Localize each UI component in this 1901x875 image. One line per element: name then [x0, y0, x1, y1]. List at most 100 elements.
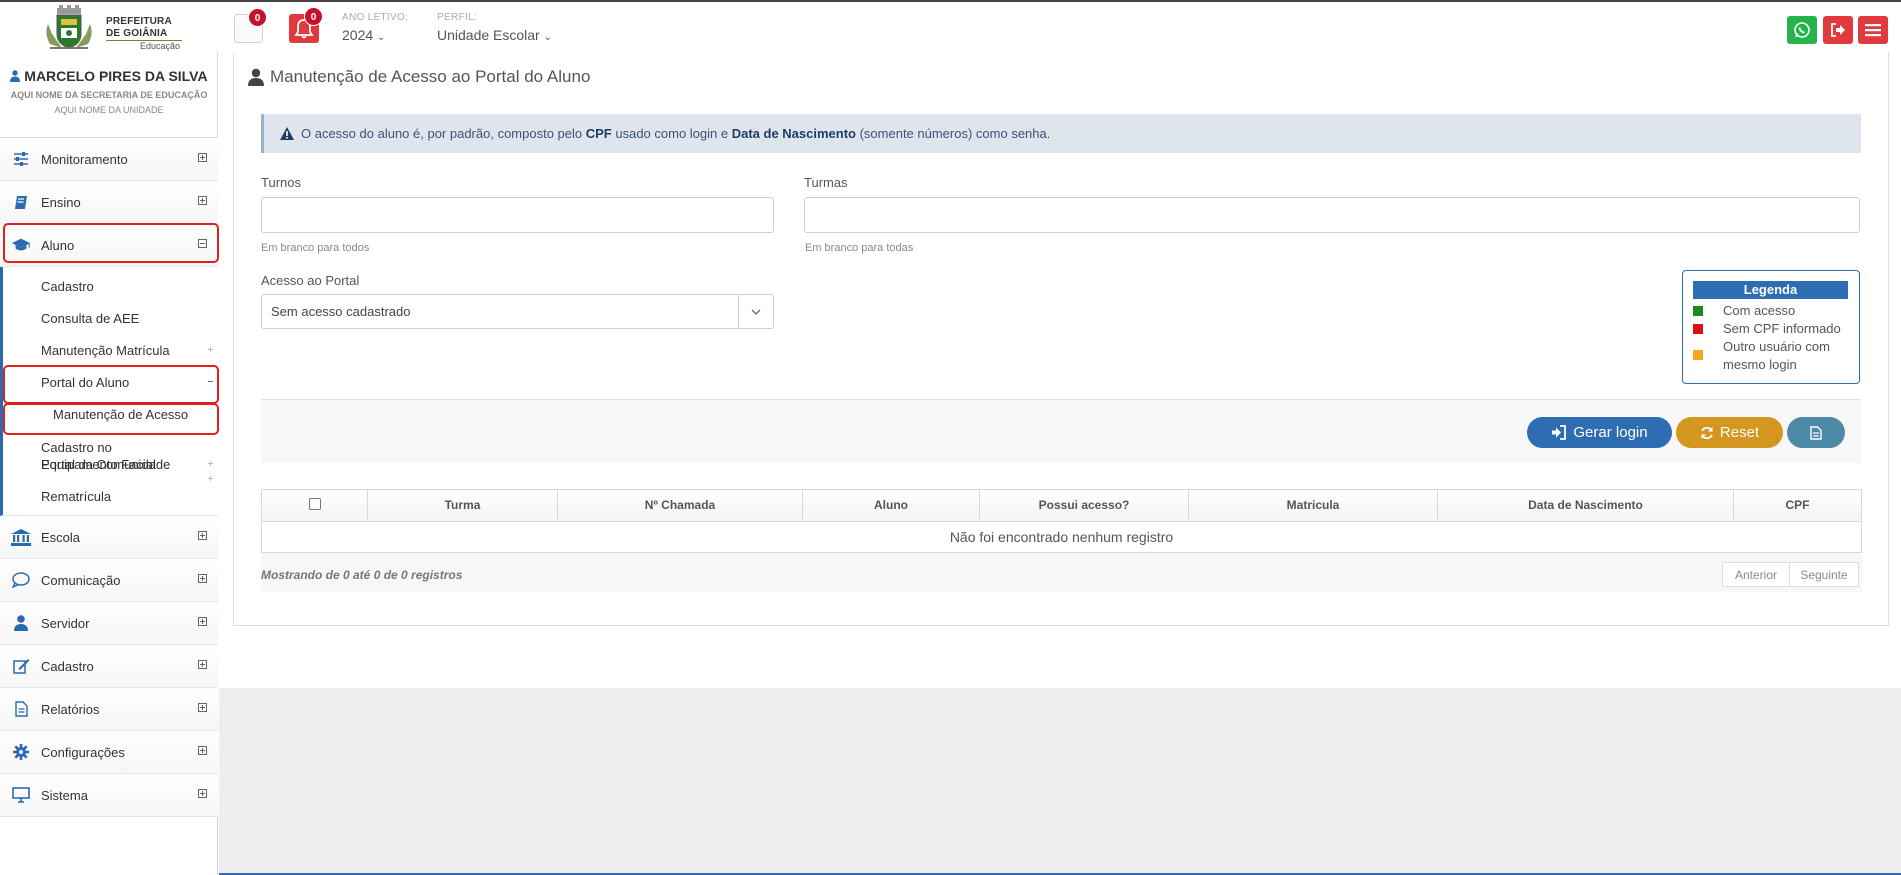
- page-title: Manutenção de Acesso ao Portal do Aluno: [247, 67, 590, 87]
- legend-title: Legenda: [1693, 281, 1848, 299]
- highlight-aluno: [3, 223, 219, 263]
- turmas-label: Turmas: [804, 175, 848, 190]
- alert-text-2: usado como login e: [611, 126, 732, 141]
- submenu-item-portal-da-comunidade[interactable]: Portal da Comunidade: [3, 457, 218, 472]
- sidebar-item-label: Cadastro: [41, 658, 94, 674]
- export-document-button[interactable]: [1787, 417, 1845, 448]
- red-square-icon: [1693, 324, 1703, 334]
- alert-text-3: (somente números) como senha.: [855, 126, 1051, 141]
- sidebar-item-label: Relatórios: [41, 701, 100, 717]
- messages-button[interactable]: 0: [234, 8, 267, 43]
- expand-icon: [198, 574, 207, 583]
- gerar-login-label: Gerar login: [1573, 424, 1648, 441]
- column-header-numero-chamada[interactable]: Nº Chamada: [558, 490, 803, 521]
- submenu-item-label: Manutenção Matrícula: [41, 343, 170, 358]
- prefeitura-logo[interactable]: PREFEITURA DE GOIÂNIA Educação: [40, 4, 182, 52]
- user-info: MARCELO PIRES DA SILVA AQUI NOME DA SECR…: [0, 68, 218, 115]
- expand-icon: [198, 789, 207, 798]
- column-header-possui-acesso[interactable]: Possui acesso?: [980, 490, 1189, 521]
- ano-letivo-value: 2024: [342, 27, 374, 43]
- select-all-checkbox[interactable]: [308, 498, 321, 510]
- refresh-icon: [1701, 426, 1713, 439]
- column-header-turma[interactable]: Turma: [368, 490, 558, 521]
- sidebar-item-cadastro[interactable]: Cadastro: [0, 645, 218, 688]
- gerar-login-button[interactable]: Gerar login: [1527, 417, 1672, 448]
- bank-icon: [11, 528, 31, 546]
- turnos-input[interactable]: [261, 197, 774, 233]
- hamburger-icon: [1865, 24, 1881, 37]
- legend-item-label: Outro usuário com mesmo login: [1723, 339, 1830, 372]
- sidebar-item-ensino[interactable]: Ensino: [0, 181, 218, 224]
- user-icon: [10, 70, 21, 82]
- pagination-next[interactable]: Seguinte: [1789, 562, 1859, 587]
- orange-square-icon: [1693, 350, 1703, 360]
- sidebar-item-monitoramento[interactable]: Monitoramento: [0, 138, 218, 181]
- whatsapp-button[interactable]: [1787, 16, 1817, 44]
- main-menu-button[interactable]: [1858, 16, 1888, 44]
- column-header-matricula[interactable]: Matricula: [1189, 490, 1438, 521]
- perfil-label: PERFIL:: [437, 12, 477, 23]
- warning-icon: [280, 127, 294, 140]
- notifications-button[interactable]: 0: [289, 7, 323, 43]
- turnos-help: Em branco para todos: [261, 242, 370, 254]
- expand-icon: [198, 660, 207, 669]
- submenu-item-consulta-aee[interactable]: Consulta de AEE: [3, 311, 139, 326]
- document-icon: [11, 701, 31, 717]
- sliders-icon: [11, 152, 31, 166]
- edit-icon: [11, 658, 31, 674]
- chevron-down-icon: ⌄: [543, 32, 553, 43]
- content-background: [219, 688, 1901, 875]
- legend-box: Legenda Com acesso Sem CPF informado Out…: [1682, 270, 1860, 384]
- submenu-item-rematricula[interactable]: Rematrícula: [3, 489, 111, 504]
- user-icon: [11, 615, 31, 631]
- submenu-item-label: Consulta de AEE: [41, 311, 140, 326]
- book-icon: [11, 195, 31, 210]
- coat-of-arms-icon: [46, 5, 92, 49]
- acesso-portal-value: Sem acesso cadastrado: [271, 304, 411, 319]
- expand-icon: [198, 196, 207, 205]
- submenu-item-label: Portal da Comunidade: [41, 457, 171, 472]
- alert-text-1: O acesso do aluno é, por padrão, compost…: [301, 126, 586, 141]
- logout-button[interactable]: [1823, 16, 1853, 44]
- sign-out-icon: [1831, 23, 1845, 37]
- sidebar-item-comunicacao[interactable]: Comunicação: [0, 559, 218, 602]
- sidebar-item-sistema[interactable]: Sistema: [0, 774, 218, 817]
- column-header-aluno[interactable]: Aluno: [803, 490, 980, 521]
- notifications-badge: 0: [304, 7, 323, 26]
- chevron-down-icon: ⌄: [377, 32, 386, 43]
- reset-label: Reset: [1719, 424, 1760, 441]
- expand-icon: [198, 153, 207, 162]
- alert-bold-data: Data de Nascimento: [731, 126, 856, 141]
- select-all-header: [262, 490, 368, 521]
- alert-text: O acesso do aluno é, por padrão, compost…: [301, 126, 1050, 141]
- info-alert: O acesso do aluno é, por padrão, compost…: [261, 114, 1861, 153]
- sidebar-item-relatorios[interactable]: Relatórios: [0, 688, 218, 731]
- column-header-cpf[interactable]: CPF: [1734, 490, 1861, 521]
- sidebar-item-escola[interactable]: Escola: [0, 516, 218, 559]
- sidebar-item-label: Ensino: [41, 194, 81, 210]
- sidebar-item-label: Configurações: [41, 744, 125, 760]
- ano-letivo-dropdown[interactable]: 2024 ⌄: [342, 27, 385, 43]
- submenu-item-manutencao-matricula[interactable]: Manutenção Matrícula: [3, 343, 218, 358]
- reset-button[interactable]: Reset: [1676, 417, 1783, 448]
- submenu-item-label: Cadastro: [41, 279, 94, 294]
- expand-icon: [198, 531, 207, 540]
- chevron-down-icon: [738, 295, 773, 328]
- perfil-dropdown[interactable]: Unidade Escolar ⌄: [437, 27, 552, 43]
- sidebar-item-label: Escola: [41, 529, 81, 545]
- whatsapp-icon: [1794, 22, 1810, 38]
- green-square-icon: [1693, 306, 1703, 316]
- submenu-item-label: Rematrícula: [41, 489, 112, 504]
- ano-letivo-label: ANO LETIVO:: [342, 12, 409, 23]
- pagination-previous[interactable]: Anterior: [1722, 562, 1790, 587]
- logo-line-2: DE GOIÂNIA: [106, 28, 168, 39]
- sidebar-item-configuracoes[interactable]: Configurações: [0, 731, 218, 774]
- turmas-input[interactable]: [804, 197, 1860, 233]
- turmas-help: Em branco para todas: [805, 242, 914, 254]
- column-header-data-nascimento[interactable]: Data de Nascimento: [1438, 490, 1734, 521]
- secretaria-name: AQUI NOME DA SECRETARIA DE EDUCAÇÃO: [10, 90, 208, 100]
- sidebar-item-servidor[interactable]: Servidor: [0, 602, 218, 645]
- user-name: MARCELO PIRES DA SILVA: [0, 68, 218, 84]
- submenu-item-cadastro[interactable]: Cadastro: [3, 279, 94, 294]
- acesso-portal-select[interactable]: Sem acesso cadastrado: [261, 294, 774, 329]
